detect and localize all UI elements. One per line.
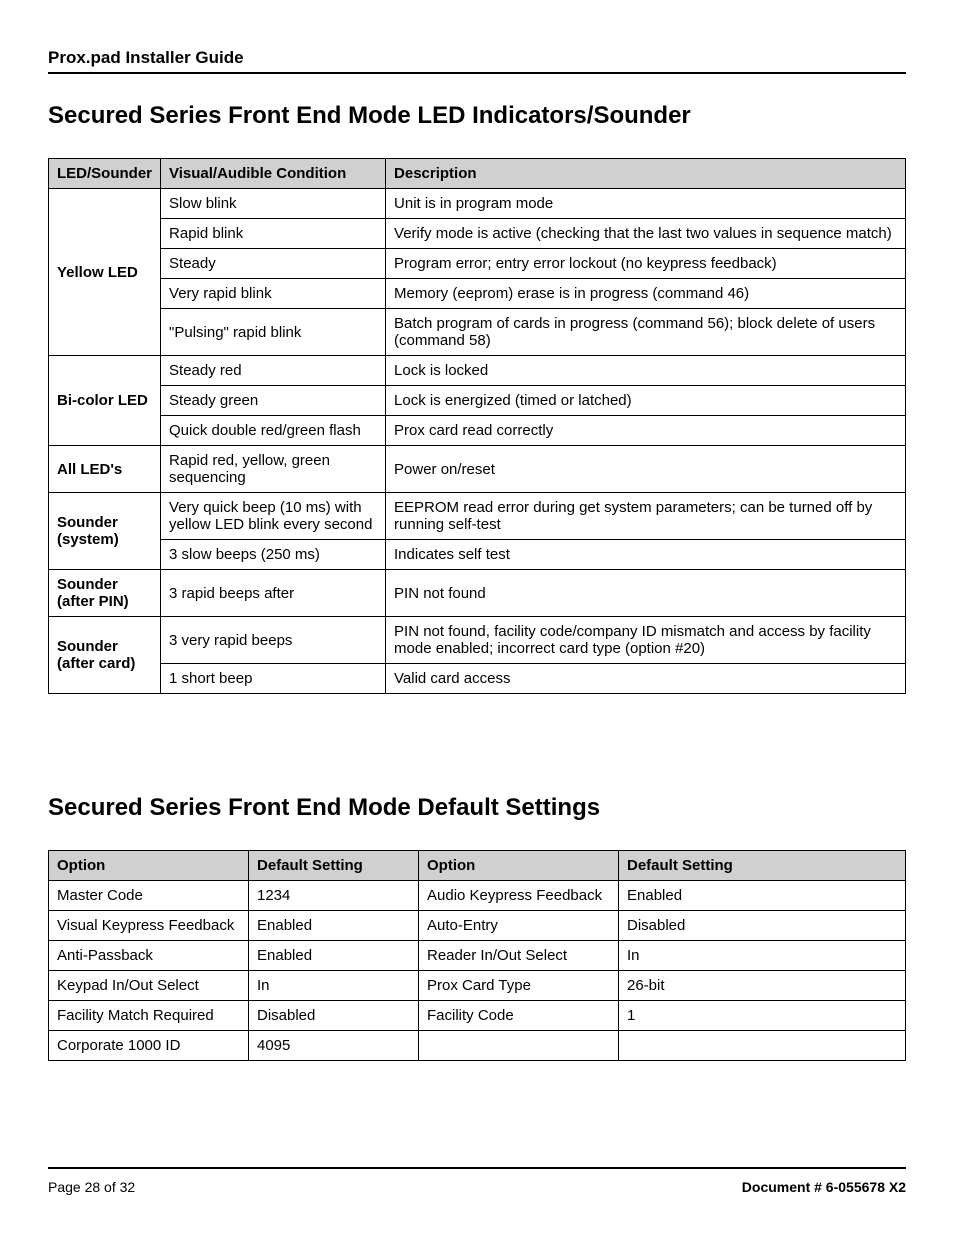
table-row: All LED'sRapid red, yellow, green sequen… (49, 446, 906, 493)
description-cell: Verify mode is active (checking that the… (386, 219, 906, 249)
document-number: Document # 6-055678 X2 (742, 1179, 906, 1195)
table-row: Bi-color LEDSteady redLock is locked (49, 356, 906, 386)
description-cell: PIN not found (386, 570, 906, 617)
table-row: 1 short beepValid card access (49, 664, 906, 694)
visual-condition-cell: Very rapid blink (161, 279, 386, 309)
description-cell: EEPROM read error during get system para… (386, 493, 906, 540)
table-row: SteadyProgram error; entry error lockout… (49, 249, 906, 279)
led-group-label: All LED's (49, 446, 161, 493)
table-row: 3 slow beeps (250 ms)Indicates self test (49, 540, 906, 570)
default-cell: In (249, 971, 419, 1001)
visual-condition-cell: Steady red (161, 356, 386, 386)
table-row: Sounder (after card)3 very rapid beepsPI… (49, 617, 906, 664)
description-cell: Valid card access (386, 664, 906, 694)
visual-condition-cell: 3 very rapid beeps (161, 617, 386, 664)
visual-condition-cell: Rapid blink (161, 219, 386, 249)
option-cell: Auto-Entry (419, 911, 619, 941)
option-cell: Facility Code (419, 1001, 619, 1031)
visual-condition-cell: Rapid red, yellow, green sequencing (161, 446, 386, 493)
default-cell (619, 1031, 906, 1061)
description-cell: Memory (eeprom) erase is in progress (co… (386, 279, 906, 309)
table-row: Steady greenLock is energized (timed or … (49, 386, 906, 416)
col-option-1: Option (49, 851, 249, 881)
description-cell: Unit is in program mode (386, 189, 906, 219)
visual-condition-cell: Steady (161, 249, 386, 279)
option-cell: Keypad In/Out Select (49, 971, 249, 1001)
option-cell: Visual Keypress Feedback (49, 911, 249, 941)
default-cell: Enabled (619, 881, 906, 911)
led-sounder-table: LED/Sounder Visual/Audible Condition Des… (48, 158, 906, 694)
default-cell: 1234 (249, 881, 419, 911)
led-group-label: Bi-color LED (49, 356, 161, 446)
description-cell: Program error; entry error lockout (no k… (386, 249, 906, 279)
table-row: Sounder (after PIN)3 rapid beeps afterPI… (49, 570, 906, 617)
option-cell: Prox Card Type (419, 971, 619, 1001)
table-row: Keypad In/Out SelectInProx Card Type26-b… (49, 971, 906, 1001)
visual-condition-cell: Very quick beep (10 ms) with yellow LED … (161, 493, 386, 540)
default-cell: Enabled (249, 941, 419, 971)
section1-heading: Secured Series Front End Mode LED Indica… (48, 102, 906, 130)
section2-heading: Secured Series Front End Mode Default Se… (48, 794, 906, 822)
col-visual: Visual/Audible Condition (161, 159, 386, 189)
col-description: Description (386, 159, 906, 189)
option-cell: Reader In/Out Select (419, 941, 619, 971)
default-cell: Disabled (249, 1001, 419, 1031)
description-cell: PIN not found, facility code/company ID … (386, 617, 906, 664)
default-cell: Disabled (619, 911, 906, 941)
description-cell: Batch program of cards in progress (comm… (386, 309, 906, 356)
option-cell: Anti-Passback (49, 941, 249, 971)
option-cell: Corporate 1000 ID (49, 1031, 249, 1061)
visual-condition-cell: 1 short beep (161, 664, 386, 694)
description-cell: Lock is locked (386, 356, 906, 386)
table-row: Visual Keypress FeedbackEnabledAuto-Entr… (49, 911, 906, 941)
option-cell: Facility Match Required (49, 1001, 249, 1031)
table-row: Facility Match RequiredDisabledFacility … (49, 1001, 906, 1031)
description-cell: Prox card read correctly (386, 416, 906, 446)
table-row: Anti-PassbackEnabledReader In/Out Select… (49, 941, 906, 971)
option-cell: Audio Keypress Feedback (419, 881, 619, 911)
option-cell (419, 1031, 619, 1061)
default-cell: In (619, 941, 906, 971)
led-group-label: Sounder (system) (49, 493, 161, 570)
description-cell: Lock is energized (timed or latched) (386, 386, 906, 416)
led-group-label: Sounder (after card) (49, 617, 161, 694)
guide-title: Prox.pad Installer Guide (48, 48, 906, 74)
default-cell: Enabled (249, 911, 419, 941)
default-cell: 1 (619, 1001, 906, 1031)
page-number: Page 28 of 32 (48, 1179, 135, 1195)
page-footer: Page 28 of 32 Document # 6-055678 X2 (48, 1127, 906, 1195)
visual-condition-cell: Steady green (161, 386, 386, 416)
table-row: Rapid blinkVerify mode is active (checki… (49, 219, 906, 249)
table-row: Yellow LEDSlow blinkUnit is in program m… (49, 189, 906, 219)
default-cell: 4095 (249, 1031, 419, 1061)
led-group-label: Sounder (after PIN) (49, 570, 161, 617)
table-row: "Pulsing" rapid blinkBatch program of ca… (49, 309, 906, 356)
visual-condition-cell: Slow blink (161, 189, 386, 219)
description-cell: Power on/reset (386, 446, 906, 493)
table-row: Master Code1234Audio Keypress FeedbackEn… (49, 881, 906, 911)
table-row: Corporate 1000 ID4095 (49, 1031, 906, 1061)
option-cell: Master Code (49, 881, 249, 911)
default-settings-table: Option Default Setting Option Default Se… (48, 850, 906, 1061)
col-default-2: Default Setting (619, 851, 906, 881)
col-option-2: Option (419, 851, 619, 881)
led-group-label: Yellow LED (49, 189, 161, 356)
default-cell: 26-bit (619, 971, 906, 1001)
description-cell: Indicates self test (386, 540, 906, 570)
visual-condition-cell: 3 slow beeps (250 ms) (161, 540, 386, 570)
table-row: Very rapid blinkMemory (eeprom) erase is… (49, 279, 906, 309)
visual-condition-cell: Quick double red/green flash (161, 416, 386, 446)
table-row: Sounder (system)Very quick beep (10 ms) … (49, 493, 906, 540)
col-default-1: Default Setting (249, 851, 419, 881)
visual-condition-cell: 3 rapid beeps after (161, 570, 386, 617)
col-led-sounder: LED/Sounder (49, 159, 161, 189)
table-row: Quick double red/green flashProx card re… (49, 416, 906, 446)
visual-condition-cell: "Pulsing" rapid blink (161, 309, 386, 356)
